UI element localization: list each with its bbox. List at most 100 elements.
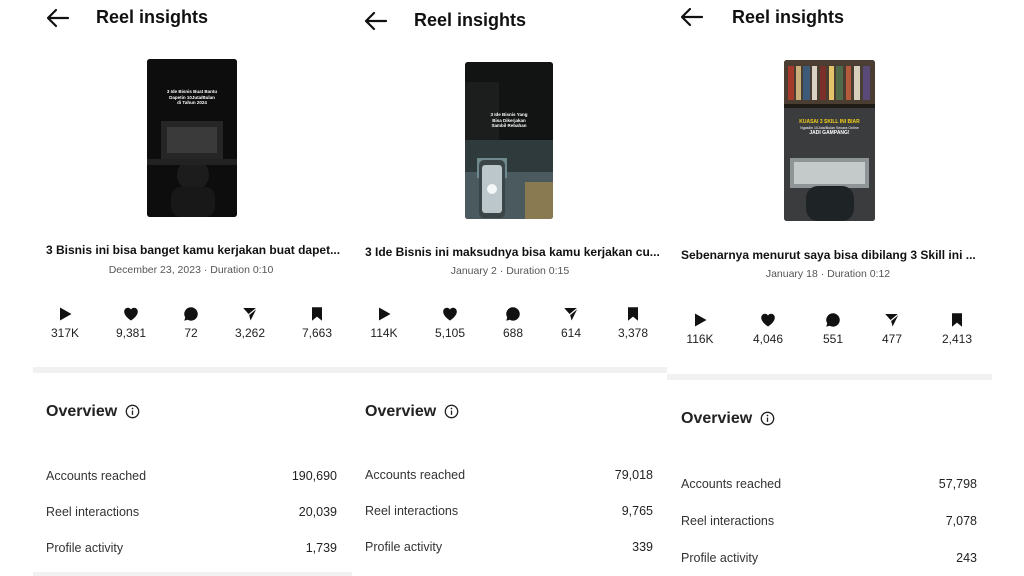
reel-insights-panel-1: Reel insights 3 Ide Bisnis Buat Bantu Da… [0,0,352,576]
metric-label: Profile activity [681,551,759,565]
comments-count: 551 [822,332,844,346]
shares-count: 614 [560,326,582,340]
stat-saves[interactable]: 7,663 [287,306,347,340]
overview-heading: Overview [681,410,775,428]
back-button[interactable] [362,7,390,35]
page-title: Reel insights [96,7,209,27]
metric-value: 9,765 [621,504,653,518]
reel-caption: 3 Ide Bisnis ini maksudnya bisa kamu ker… [365,245,660,259]
plays-count: 116K [686,332,714,346]
arrow-left-icon [680,7,704,27]
comment-icon [183,306,199,322]
overview-row[interactable]: Reel interactions 20,039 [46,505,337,521]
reel-thumbnail[interactable]: KUASAI 3 SKILL INI BIAR Ngasilin 10Juta/… [784,60,875,221]
section-divider [352,367,667,373]
overview-title: Overview [46,403,118,420]
saves-count: 7,663 [301,326,333,340]
send-icon [563,306,579,322]
comments-count: 688 [502,326,524,340]
reel-date-duration: January 18 · Duration 0:12 [765,268,891,280]
overview-title: Overview [365,403,437,420]
stat-shares[interactable]: 477 [862,312,922,346]
stat-comments[interactable]: 72 [161,306,221,340]
overview-title: Overview [681,410,753,427]
arrow-left-icon [46,8,70,28]
overview-row[interactable]: Accounts reached 190,690 [46,469,337,485]
section-divider [667,374,992,380]
page-title: Reel insights [414,10,527,30]
metric-value: 79,018 [614,468,653,482]
metric-value: 7,078 [945,514,977,528]
stat-saves[interactable]: 3,378 [603,306,663,340]
stat-shares[interactable]: 614 [541,306,601,340]
overview-row[interactable]: Profile activity 243 [681,551,977,567]
overview-row[interactable]: Reel interactions 7,078 [681,514,977,530]
shares-count: 3,262 [234,326,266,340]
metric-value: 20,039 [298,505,337,519]
heart-icon [123,306,139,322]
stat-likes[interactable]: 9,381 [101,306,161,340]
metric-label: Accounts reached [365,468,466,482]
stat-likes[interactable]: 5,105 [420,306,480,340]
info-icon[interactable] [760,411,775,426]
reel-date-duration: December 23, 2023 · Duration 0:10 [108,264,274,276]
reel-insights-panel-2: Reel insights 3 Ide Bisnis Yang Bisa Dik… [352,0,667,576]
saves-count: 2,413 [941,332,973,346]
stat-shares[interactable]: 3,262 [220,306,280,340]
plays-count: 317K [50,326,80,340]
overview-row[interactable]: Accounts reached 57,798 [681,477,977,493]
comment-icon [505,306,521,322]
metric-label: Profile activity [365,540,443,554]
metric-label: Accounts reached [681,477,782,491]
overview-row[interactable]: Reel interactions 9,765 [365,504,653,520]
bookmark-icon [625,306,641,322]
stat-plays[interactable]: 317K [35,306,95,340]
metric-value: 190,690 [291,469,337,483]
overview-heading: Overview [46,403,140,421]
metric-label: Accounts reached [46,469,147,483]
info-icon[interactable] [125,404,140,419]
stat-comments[interactable]: 688 [483,306,543,340]
section-divider [33,367,352,373]
stat-saves[interactable]: 2,413 [927,312,987,346]
back-button[interactable] [44,4,72,32]
metric-value: 1,739 [305,541,337,555]
send-icon [884,312,900,328]
back-button[interactable] [678,3,706,31]
metric-label: Profile activity [46,541,124,555]
section-divider [33,572,352,576]
play-icon [57,306,73,322]
reel-caption: 3 Bisnis ini bisa banget kamu kerjakan b… [46,243,341,257]
stat-comments[interactable]: 551 [803,312,863,346]
info-icon[interactable] [444,404,459,419]
overview-heading: Overview [365,403,459,421]
play-icon [376,306,392,322]
metric-value: 339 [632,540,653,554]
thumbnail-text: di Tahun 2024 [177,100,207,105]
stat-plays[interactable]: 116K [670,312,730,346]
thumbnail-text: JADI GAMPANG! [809,130,850,136]
comments-count: 72 [184,326,198,340]
bookmark-icon [309,306,325,322]
plays-count: 114K [370,326,398,340]
overview-row[interactable]: Profile activity 1,739 [46,541,337,557]
overview-row[interactable]: Accounts reached 79,018 [365,468,653,484]
reel-thumbnail[interactable]: 3 Ide Bisnis Buat Bantu Dapetin 10Juta/B… [147,59,237,217]
metric-label: Reel interactions [681,514,775,528]
reel-thumbnail[interactable]: 3 Ide Bisnis Yang Bisa Dikerjakan Sambil… [465,62,553,219]
metric-label: Reel interactions [46,505,140,519]
screenshot-collage: Reel insights 3 Ide Bisnis Buat Bantu Da… [0,0,1024,576]
thumbnail-text: Sambil Rebahan [491,123,527,128]
arrow-left-icon [364,11,388,31]
stat-plays[interactable]: 114K [354,306,414,340]
reel-date-duration: January 2 · Duration 0:15 [450,265,570,277]
reel-insights-panel-3: Reel insights KUASAI 3 SKILL INI BIAR Ng… [667,0,1024,576]
overview-row[interactable]: Profile activity 339 [365,540,653,556]
stat-likes[interactable]: 4,046 [738,312,798,346]
heart-icon [760,312,776,328]
saves-count: 3,378 [617,326,649,340]
reel-caption: Sebenarnya menurut saya bisa dibilang 3 … [681,248,976,262]
metric-label: Reel interactions [365,504,459,518]
comment-icon [825,312,841,328]
play-icon [692,312,708,328]
